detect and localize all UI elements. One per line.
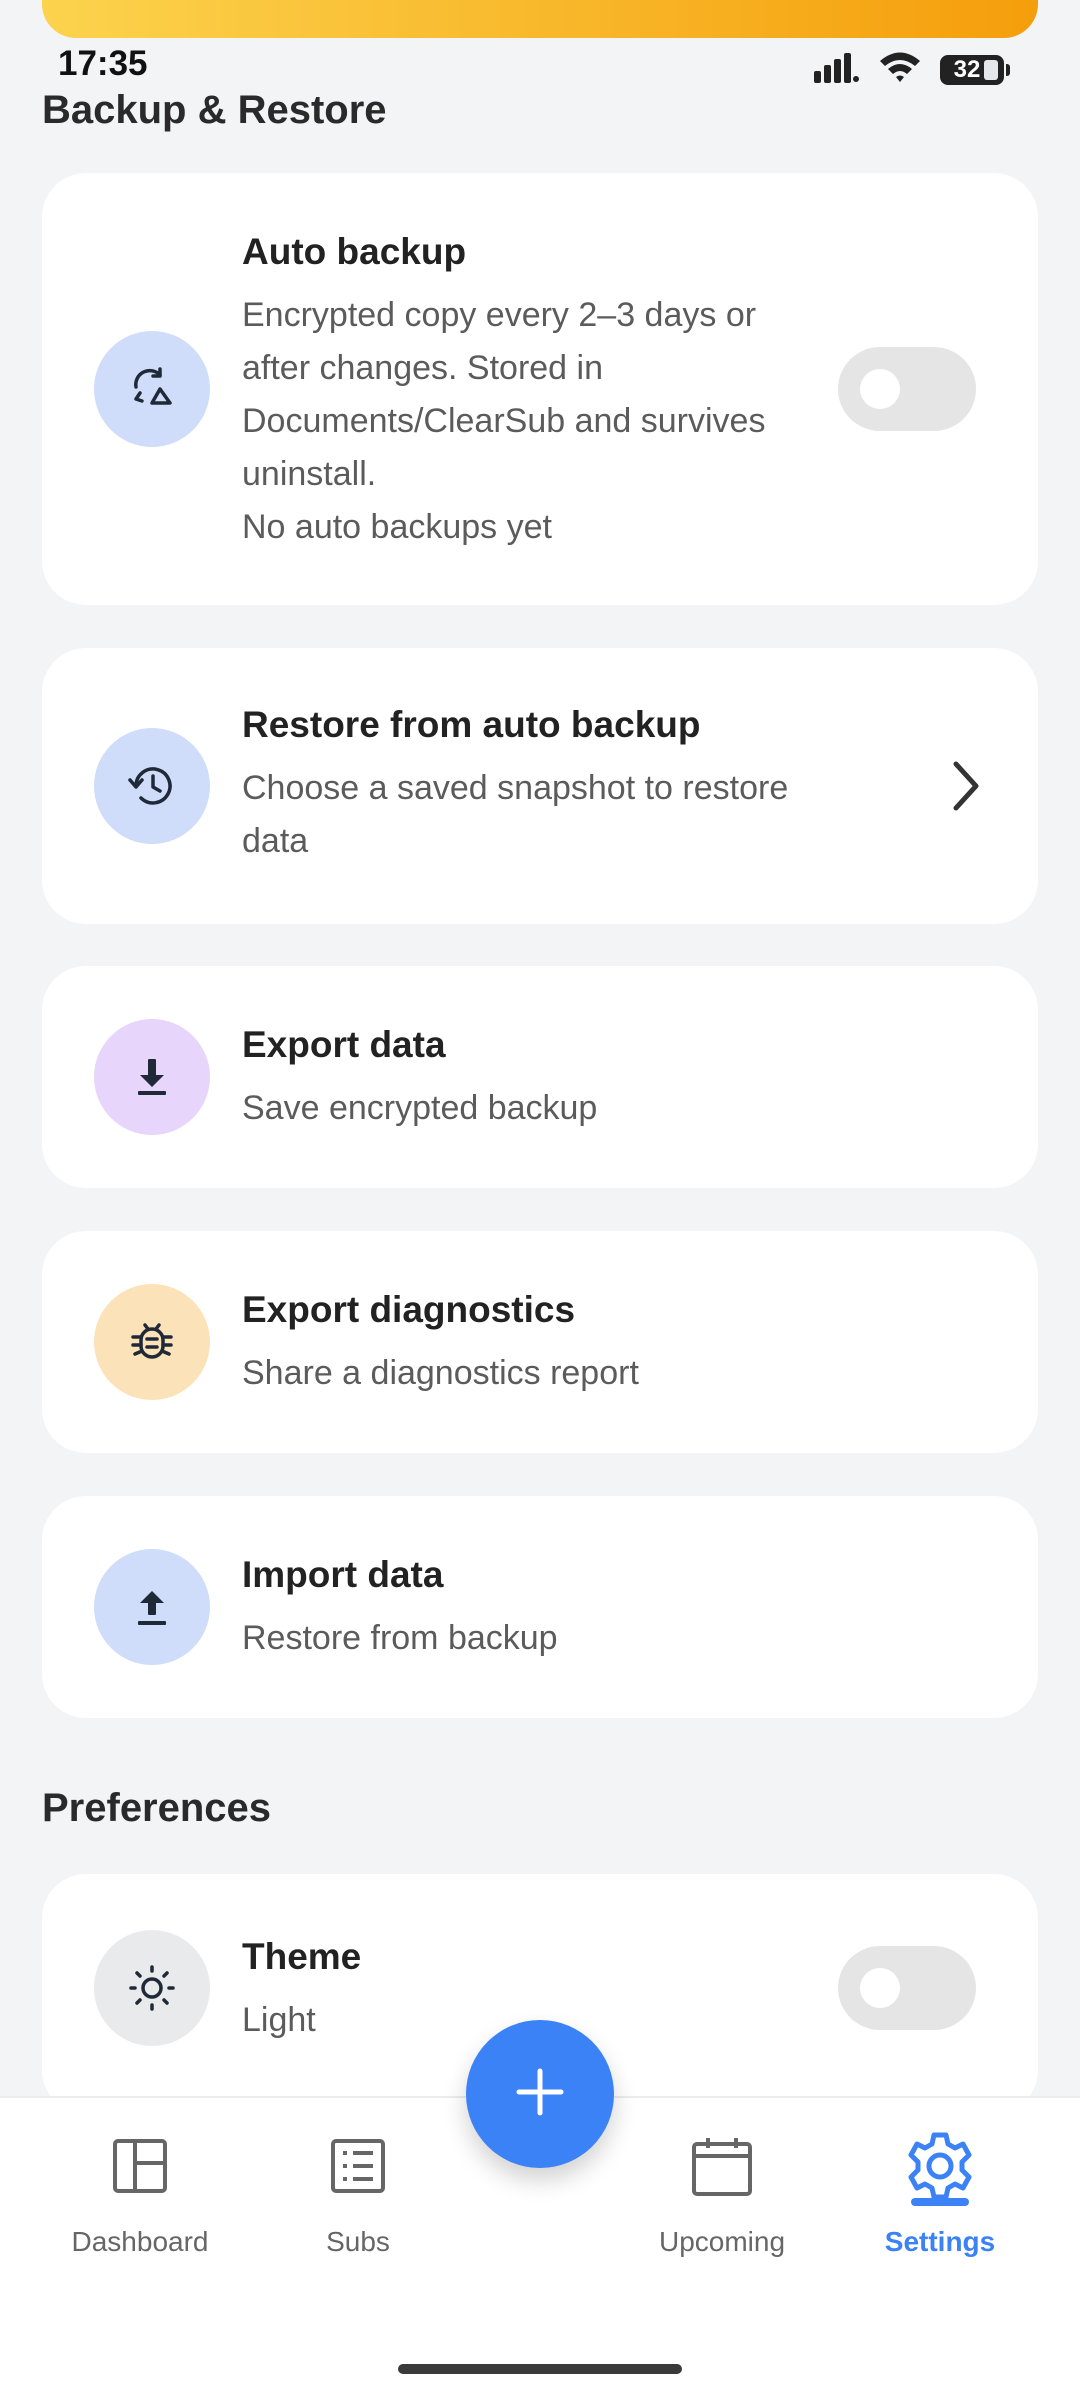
gear-icon: [840, 2126, 1040, 2206]
nav-upcoming[interactable]: Upcoming: [622, 2126, 822, 2258]
export-diagnostics-card[interactable]: Export diagnostics Share a diagnostics r…: [42, 1231, 1038, 1453]
description-line: after changes. Stored in: [242, 349, 604, 387]
import-data-title: Import data: [242, 1554, 444, 1595]
nav-settings-label: Settings: [884, 2226, 996, 2257]
restore-title: Restore from auto backup: [242, 704, 701, 745]
battery-icon: 32: [940, 54, 1010, 85]
export-data-card[interactable]: Export data Save encrypted backup: [42, 966, 1038, 1188]
status-icons: 32: [814, 50, 1010, 89]
download-icon: [94, 1019, 210, 1135]
description-line: uninstall.: [242, 455, 377, 493]
top-banner: [42, 0, 1038, 38]
signal-icon: [814, 51, 860, 88]
auto-backup-card: Auto backup Encrypted copy every 2–3 day…: [42, 173, 1038, 605]
theme-title: Theme: [242, 1936, 362, 1977]
battery-level: 32: [953, 55, 981, 83]
restore-auto-backup-card[interactable]: Restore from auto backup Choose a saved …: [42, 648, 1038, 924]
import-data-subtitle: Restore from backup: [242, 1619, 558, 1657]
description-line: Choose a saved snapshot to restore: [242, 769, 789, 807]
upload-icon: [94, 1549, 210, 1665]
add-subscription-button[interactable]: [466, 2020, 614, 2168]
restore-description: Choose a saved snapshot to restore data: [242, 762, 862, 868]
dashboard-icon: [40, 2126, 240, 2206]
backup-history-icon: [94, 331, 210, 447]
auto-backup-status: No auto backups yet: [242, 508, 552, 546]
theme-toggle[interactable]: [838, 1946, 976, 2030]
history-icon: [94, 728, 210, 844]
wifi-icon: [878, 50, 922, 89]
auto-backup-title: Auto backup: [242, 231, 467, 272]
nav-settings[interactable]: Settings: [840, 2126, 1040, 2258]
import-data-card[interactable]: Import data Restore from backup: [42, 1496, 1038, 1718]
nav-upcoming-label: Upcoming: [658, 2226, 786, 2257]
home-indicator[interactable]: [398, 2364, 682, 2374]
export-data-subtitle: Save encrypted backup: [242, 1089, 598, 1127]
calendar-icon: [622, 2126, 822, 2206]
toggle-knob: [860, 1968, 900, 2008]
bug-icon: [94, 1284, 210, 1400]
chevron-right-icon: [950, 760, 982, 817]
description-line: Encrypted copy every 2–3 days or: [242, 296, 757, 334]
toggle-knob: [860, 369, 900, 409]
sun-icon: [94, 1930, 210, 2046]
export-data-title: Export data: [242, 1024, 446, 1065]
section-title-backup: Backup & Restore: [42, 88, 387, 132]
nav-subs-label: Subs: [326, 2226, 390, 2257]
status-bar: 17:35 32: [0, 40, 1080, 90]
status-time: 17:35: [58, 44, 148, 83]
export-diagnostics-title: Export diagnostics: [242, 1289, 576, 1330]
nav-dashboard-label: Dashboard: [71, 2226, 209, 2257]
description-line: Documents/ClearSub and survives: [242, 402, 766, 440]
description-line: data: [242, 822, 309, 860]
plus-icon: [515, 2067, 565, 2122]
export-diagnostics-subtitle: Share a diagnostics report: [242, 1354, 639, 1392]
section-title-preferences: Preferences: [42, 1786, 272, 1830]
nav-dashboard[interactable]: Dashboard: [40, 2126, 240, 2258]
auto-backup-description: Encrypted copy every 2–3 days or after c…: [242, 289, 842, 554]
list-icon: [258, 2126, 458, 2206]
nav-subs[interactable]: Subs: [258, 2126, 458, 2258]
active-tab-indicator: [911, 2198, 969, 2206]
auto-backup-toggle[interactable]: [838, 347, 976, 431]
theme-value: Light: [242, 2001, 316, 2039]
